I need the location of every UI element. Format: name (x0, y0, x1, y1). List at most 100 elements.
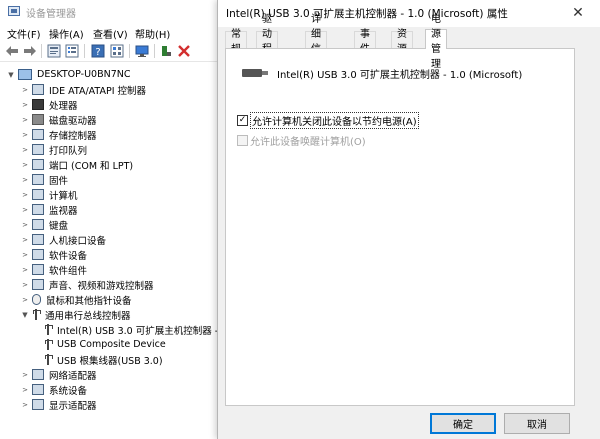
processor-icon (32, 99, 44, 110)
tree-category[interactable]: > 固件 (20, 172, 68, 187)
toolbar-separator (129, 44, 130, 58)
tree-category[interactable]: > 系统设备 (20, 382, 87, 397)
tab-events[interactable]: 事件 (354, 29, 376, 55)
tree-category[interactable]: > 网络适配器 (20, 367, 97, 382)
storage-controller-icon (32, 129, 44, 140)
toolbar-separator (154, 44, 155, 58)
tree-category-label: 打印队列 (49, 145, 88, 157)
menu-view[interactable]: 查看(V) (93, 26, 128, 41)
tree-category[interactable]: > 声音、视频和游戏控制器 (20, 277, 154, 292)
allow-wake-option: 允许此设备唤醒计算机(O) (237, 133, 366, 148)
tree-device[interactable]: USB Composite Device (42, 337, 166, 352)
tree-category[interactable]: > 打印队列 (20, 142, 87, 157)
tree-device[interactable]: USB 根集线器(USB 3.0) (42, 352, 163, 367)
dialog-titlebar: Intel(R) USB 3.0 可扩展主机控制器 - 1.0 (Microso… (218, 0, 600, 27)
tree-category[interactable]: > 存储控制器 (20, 127, 97, 142)
allow-power-off-option[interactable]: ✓ 允许计算机关闭此设备以节约电源(A) (237, 111, 419, 129)
menu-action[interactable]: 操作(A) (49, 26, 84, 41)
chevron-right-icon[interactable]: > (20, 292, 30, 307)
grid-icon[interactable] (109, 43, 125, 59)
chevron-right-icon[interactable]: > (20, 142, 30, 157)
tree-category-usb[interactable]: ▼ 通用串行总线控制器 (20, 307, 131, 322)
tree-category-label: 声音、视频和游戏控制器 (49, 280, 154, 292)
tree-category-label: IDE ATA/ATAPI 控制器 (49, 85, 147, 97)
firmware-icon (32, 174, 44, 185)
update-driver-icon[interactable] (158, 43, 174, 59)
chevron-right-icon[interactable]: > (20, 112, 30, 127)
tab-driver[interactable]: 驱动程序 (256, 14, 278, 70)
chevron-right-icon[interactable]: > (20, 262, 30, 277)
tree-category[interactable]: > 磁盘驱动器 (20, 112, 97, 127)
monitor-icon[interactable] (134, 43, 150, 59)
tab-details[interactable]: 详细信息 (305, 14, 327, 70)
tree-category[interactable]: > IDE ATA/ATAPI 控制器 (20, 82, 146, 97)
chevron-right-icon[interactable]: > (20, 157, 30, 172)
chevron-right-icon[interactable]: > (20, 217, 30, 232)
usb-plug-icon (242, 69, 268, 77)
monitor-icon (32, 204, 44, 215)
chevron-down-icon[interactable]: ▼ (20, 307, 30, 322)
power-management-panel: Intel(R) USB 3.0 可扩展主机控制器 - 1.0 (Microso… (225, 48, 575, 406)
tree-device-selected[interactable]: Intel(R) USB 3.0 可扩展主机控制器 - (42, 322, 218, 337)
tree-category[interactable]: > 人机接口设备 (20, 232, 106, 247)
chevron-right-icon[interactable]: > (20, 82, 30, 97)
chevron-right-icon[interactable]: > (20, 277, 30, 292)
properties-icon[interactable] (46, 43, 62, 59)
ok-button[interactable]: 确定 (430, 413, 496, 434)
chevron-right-icon[interactable]: > (20, 367, 30, 382)
chevron-right-icon[interactable]: > (20, 247, 30, 262)
forward-icon[interactable] (22, 43, 38, 59)
tab-resources[interactable]: 资源 (391, 29, 413, 55)
tree-category[interactable]: > 键盘 (20, 217, 68, 232)
tree-root[interactable]: ▼ DESKTOP-U0BN7NC (6, 67, 130, 82)
tree-category[interactable]: > 计算机 (20, 187, 78, 202)
uninstall-icon[interactable] (176, 43, 192, 59)
help-icon[interactable]: ? (90, 43, 106, 59)
tree-category[interactable]: > 软件设备 (20, 247, 87, 262)
usb-icon (44, 339, 53, 350)
network-adapter-icon (32, 369, 44, 380)
cancel-button[interactable]: 取消 (504, 413, 570, 434)
allow-power-off-checkbox[interactable]: ✓ (237, 114, 248, 126)
tree-category[interactable]: > 端口 (COM 和 LPT) (20, 157, 133, 172)
tree-category-label: 计算机 (49, 190, 78, 202)
tree-category-label: 软件设备 (49, 250, 88, 262)
usb-icon (44, 354, 53, 365)
allow-power-off-label: 允许计算机关闭此设备以节约电源(A) (250, 111, 419, 129)
chevron-right-icon[interactable]: > (20, 127, 30, 142)
chevron-right-icon[interactable]: > (20, 397, 30, 412)
system-device-icon (32, 384, 44, 395)
software-component-icon (32, 264, 44, 275)
tree-category[interactable]: > 软件组件 (20, 262, 87, 277)
chevron-right-icon[interactable]: > (20, 382, 30, 397)
chevron-right-icon[interactable]: > (20, 232, 30, 247)
printer-icon (32, 144, 44, 155)
tree-category[interactable]: > 监视器 (20, 202, 78, 217)
menu-file[interactable]: 文件(F) (7, 26, 41, 41)
device-manager-title: 设备管理器 (26, 9, 76, 20)
tree-root-label: DESKTOP-U0BN7NC (37, 69, 131, 80)
disk-drive-icon (32, 114, 44, 125)
close-icon[interactable]: ✕ (567, 3, 589, 23)
tree-category[interactable]: > 处理器 (20, 97, 78, 112)
chevron-right-icon[interactable]: > (20, 187, 30, 202)
tab-general[interactable]: 常规 (225, 29, 247, 55)
chevron-right-icon[interactable]: > (20, 97, 30, 112)
chevron-right-icon[interactable]: > (20, 202, 30, 217)
tree-category[interactable]: > 鼠标和其他指针设备 (20, 292, 132, 307)
tree-category[interactable]: > 显示适配器 (20, 397, 97, 412)
back-icon[interactable] (4, 43, 20, 59)
tree-category-label: 网络适配器 (49, 370, 97, 382)
keyboard-icon (32, 219, 44, 230)
list-icon[interactable] (64, 43, 80, 59)
menu-help[interactable]: 帮助(H) (135, 26, 170, 41)
sound-icon (32, 279, 44, 290)
device-name: Intel(R) USB 3.0 可扩展主机控制器 - 1.0 (Microso… (277, 70, 523, 81)
chevron-right-icon[interactable]: > (20, 172, 30, 187)
tree-category-label: 固件 (49, 175, 69, 187)
svg-text:?: ? (95, 47, 100, 58)
tab-power-management[interactable]: 电源管理 (425, 14, 447, 70)
display-adapter-icon (32, 399, 44, 410)
properties-dialog: Intel(R) USB 3.0 可扩展主机控制器 - 1.0 (Microso… (217, 0, 600, 439)
chevron-down-icon[interactable]: ▼ (6, 67, 16, 82)
